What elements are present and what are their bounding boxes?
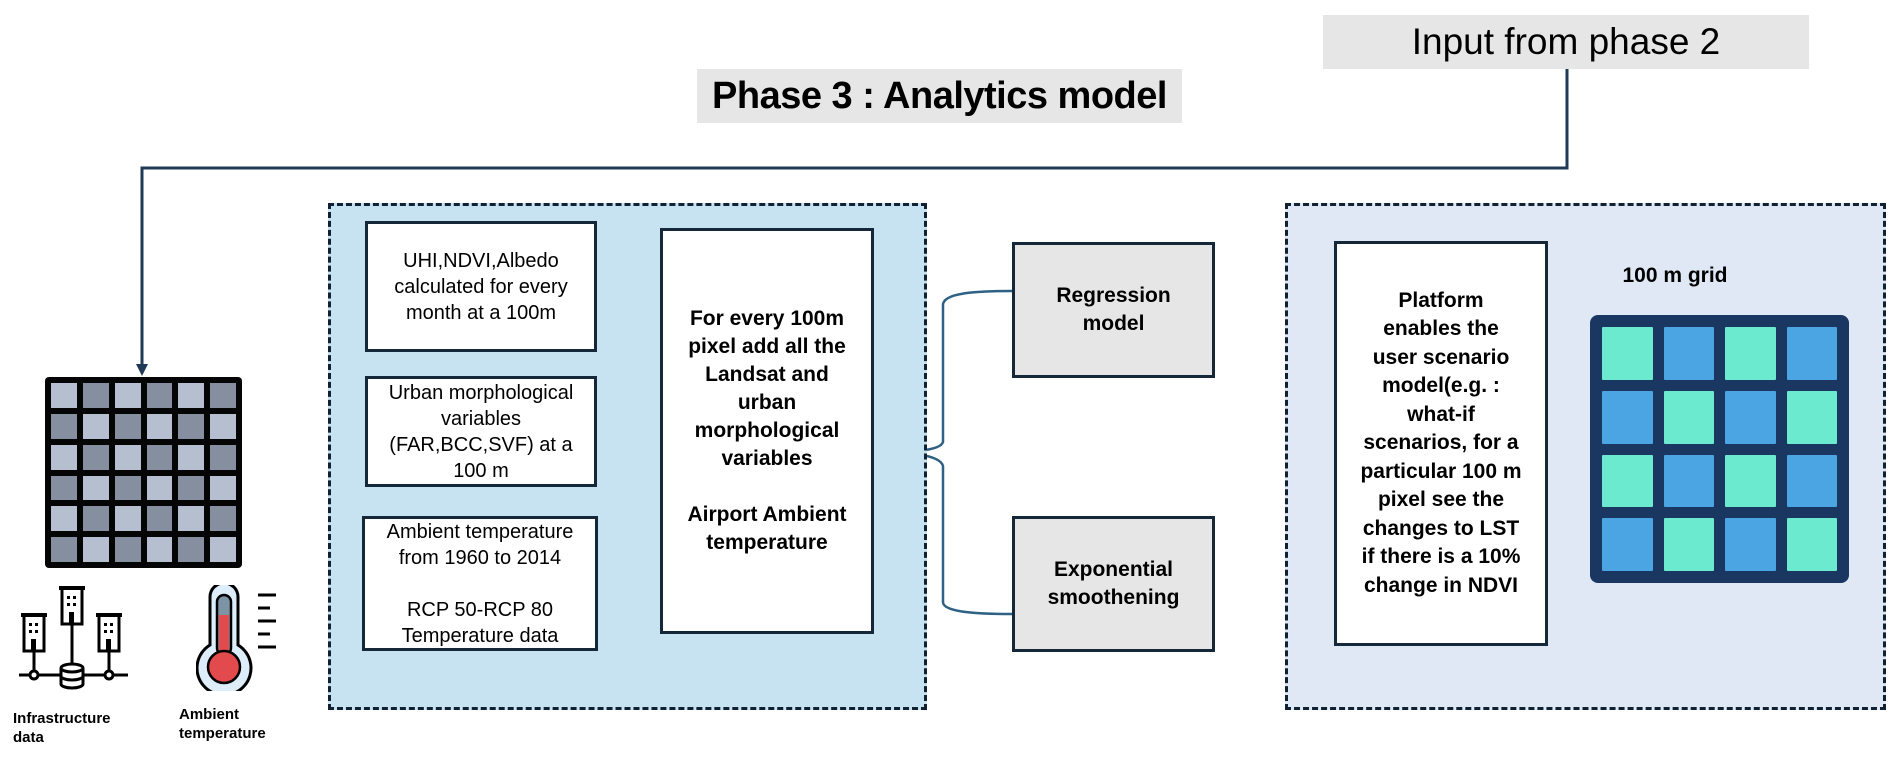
pixel-cell [114, 506, 141, 532]
pixel-cell [146, 413, 173, 439]
grid-cell [1663, 327, 1714, 380]
pixel-cell [51, 444, 77, 470]
ambient-temperature-caption: Ambient temperature [179, 706, 266, 742]
grid-cell [1663, 390, 1714, 444]
pixel-cell [178, 537, 205, 562]
grid-cell [1786, 327, 1837, 380]
pixel-cell [178, 413, 205, 439]
grid-cell [1725, 454, 1776, 508]
pixel-cell [114, 444, 141, 470]
ambient-temperature-box: Ambient temperature from 1960 to 2014 RC… [362, 516, 598, 651]
thermometer-icon [196, 585, 276, 691]
grid-cell [1602, 518, 1653, 571]
pixel-cell [114, 383, 141, 408]
regression-model-box: Regression model [1012, 242, 1215, 378]
pixel-cell [210, 506, 236, 532]
arrow-head-icon [136, 364, 148, 376]
pixel-cell [178, 475, 205, 501]
buildings-database-icon [19, 586, 128, 690]
input-from-phase2-label: Input from phase 2 [1323, 15, 1809, 69]
pixel-cell [82, 413, 109, 439]
pixel-cell [210, 537, 236, 562]
pixel-cell [82, 506, 109, 532]
grid-cell [1663, 518, 1714, 571]
grid-cell [1725, 390, 1776, 444]
pixel-cell [82, 537, 109, 562]
grid-cell [1725, 518, 1776, 571]
pixel-cell [146, 475, 173, 501]
grid-cell [1663, 454, 1714, 508]
pixel-cell [210, 475, 236, 501]
pixel-cell [82, 475, 109, 501]
grid-label: 100 m grid [1622, 264, 1728, 287]
page-title: Phase 3 : Analytics model [697, 69, 1182, 123]
pixel-cell [178, 383, 205, 408]
grid-cell [1786, 518, 1837, 571]
pixel-cell [51, 383, 77, 408]
pixel-aggregation-box: For every 100m pixel add all the Landsat… [660, 228, 874, 634]
pixel-cell [51, 506, 77, 532]
pixel-cell [51, 475, 77, 501]
pixel-cell [146, 537, 173, 562]
pixel-cell [210, 444, 236, 470]
grid-cell [1786, 390, 1837, 444]
100m-grid-icon [1590, 315, 1849, 583]
pixel-cell [114, 413, 141, 439]
pixel-cell [114, 537, 141, 562]
grid-cell [1786, 454, 1837, 508]
pixel-cell [178, 444, 205, 470]
grid-cell [1602, 454, 1653, 508]
pixel-cell [82, 383, 109, 408]
platform-scenario-box: Platform enables the user scenario model… [1334, 241, 1548, 646]
pixel-cell [114, 475, 141, 501]
grid-cell [1725, 327, 1776, 380]
pixel-cell [210, 413, 236, 439]
grid-cell [1602, 327, 1653, 380]
pixel-cell [82, 444, 109, 470]
pixel-cell [146, 444, 173, 470]
pixel-cell [51, 413, 77, 439]
exponential-smoothening-box: Exponential smoothening [1012, 516, 1215, 652]
infrastructure-data-caption: Infrastructure data [13, 710, 111, 746]
pixel-cell [210, 383, 236, 408]
pixel-cell [146, 506, 173, 532]
pixel-cell [51, 537, 77, 562]
pixel-cell [146, 383, 173, 408]
pixel-grid-icon [45, 377, 242, 568]
pixel-cell [178, 506, 205, 532]
urban-morphological-box: Urban morphological variables (FAR,BCC,S… [365, 376, 597, 487]
grid-cell [1602, 390, 1653, 444]
uhi-ndvi-albedo-box: UHI,NDVI,Albedo calculated for every mon… [365, 221, 597, 352]
